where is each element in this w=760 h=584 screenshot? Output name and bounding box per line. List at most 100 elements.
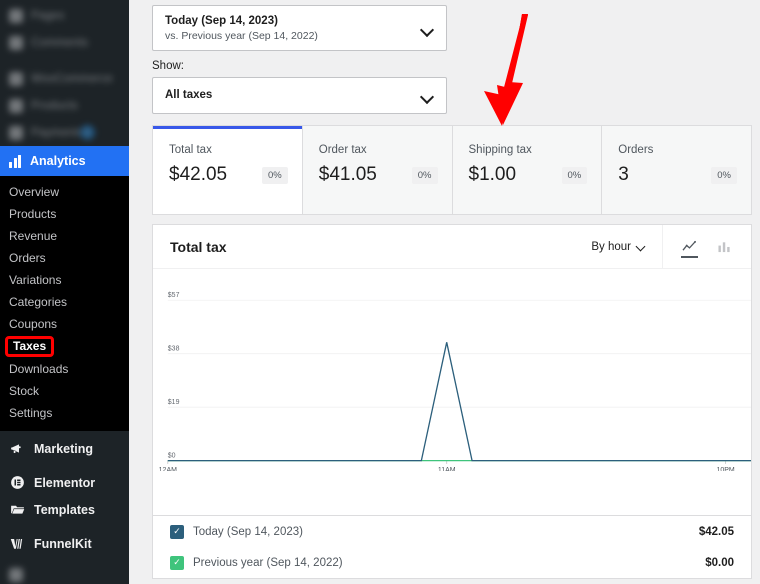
summary-cards: Total tax $42.05 0% Order tax $41.05 0% … (152, 125, 752, 215)
chart-card: Total tax By hour (152, 224, 752, 516)
legend-checkbox[interactable]: ✓ (170, 525, 184, 539)
sidebar-item-label: Marketing (34, 442, 93, 456)
payments-icon (9, 126, 23, 140)
sidebar-item-categories[interactable]: Categories (0, 291, 129, 313)
sidebar-item-overview[interactable]: Overview (0, 181, 129, 203)
sidebar-item-label: FunnelKit (34, 537, 92, 551)
chart-header: Total tax By hour (153, 225, 751, 269)
sidebar-item-revenue[interactable]: Revenue (0, 225, 129, 247)
summary-card-order-tax[interactable]: Order tax $41.05 0% (303, 126, 453, 214)
summary-card-row: $1.00 0% (469, 164, 588, 186)
line-chart-svg: $0$19$38$57 12AM11AM10PMSep 14, 2023 (153, 269, 751, 471)
legend-row[interactable]: ✓ Previous year (Sep 14, 2022) $0.00 (153, 547, 751, 578)
summary-card-shipping-tax[interactable]: Shipping tax $1.00 0% (453, 126, 603, 214)
sidebar-item-funnelkit[interactable]: FunnelKit (0, 530, 129, 557)
sidebar-item-label: Templates (34, 503, 95, 517)
summary-card-label: Order tax (319, 144, 438, 156)
sidebar-item-elementor[interactable]: Elementor (0, 469, 129, 496)
sidebar-item-label: WooCommerce (31, 73, 113, 85)
megaphone-icon (10, 441, 25, 456)
sidebar-item-label: Elementor (34, 476, 95, 490)
interval-label: By hour (591, 241, 631, 253)
y-tick-label: $0 (168, 452, 176, 459)
summary-card-orders[interactable]: Orders 3 0% (602, 126, 751, 214)
sidebar-item-partial[interactable] (0, 561, 129, 584)
gridlines (168, 300, 751, 407)
y-tick-label: $57 (168, 292, 180, 299)
sidebar-item-templates[interactable]: Templates (0, 496, 129, 523)
chart-tools: By hour (591, 225, 751, 269)
legend-row[interactable]: ✓ Today (Sep 14, 2023) $42.05 (153, 516, 751, 547)
summary-card-value: 3 (618, 164, 629, 186)
sidebar-spacer (0, 523, 129, 530)
sidebar-item-stock[interactable]: Stock (0, 380, 129, 402)
taxes-filter-select[interactable]: All taxes (152, 77, 447, 114)
sidebar-item-downloads[interactable]: Downloads (0, 358, 129, 380)
summary-card-label: Shipping tax (469, 144, 588, 156)
sidebar-item-label: Products (31, 100, 78, 112)
summary-card-row: 3 0% (618, 164, 737, 186)
summary-card-value: $42.05 (169, 164, 227, 186)
summary-card-value: $41.05 (319, 164, 377, 186)
x-tick-label: 12AM (159, 467, 177, 471)
summary-card-label: Orders (618, 144, 737, 156)
legend-value: $0.00 (705, 557, 734, 569)
sidebar-spacer (0, 462, 129, 469)
legend-label: Today (Sep 14, 2023) (193, 526, 303, 538)
sidebar-item-marketing[interactable]: Marketing (0, 435, 129, 462)
legend-checkbox[interactable]: ✓ (170, 556, 184, 570)
sidebar-item-analytics[interactable]: Analytics (0, 146, 129, 176)
sidebar-item-pages[interactable]: Pages (0, 2, 129, 29)
sidebar-item-label: Pages (31, 10, 65, 22)
sidebar-item-label: Analytics (30, 154, 86, 168)
bar-chart-icon (9, 155, 21, 168)
x-tick-labels: 12AM11AM10PMSep 14, 2023 (153, 461, 735, 472)
sidebar-item-label: Comments (31, 37, 88, 49)
elementor-icon (10, 475, 25, 490)
sidebar-item-variations[interactable]: Variations (0, 269, 129, 291)
summary-card-row: $42.05 0% (169, 164, 288, 186)
summary-card-delta: 0% (711, 167, 737, 184)
summary-card-row: $41.05 0% (319, 164, 438, 186)
date-range-picker[interactable]: Today (Sep 14, 2023) vs. Previous year (… (152, 5, 447, 51)
interval-select[interactable]: By hour (591, 241, 662, 253)
sidebar-divider (0, 56, 129, 65)
analytics-submenu: Overview Products Revenue Orders Variati… (0, 176, 129, 431)
sidebar-item-settings[interactable]: Settings (0, 402, 129, 424)
date-range-primary: Today (Sep 14, 2023) (165, 14, 318, 29)
products-icon (9, 99, 23, 113)
folder-icon (10, 502, 25, 517)
sidebar-item-label (31, 569, 34, 581)
sidebar-item-comments[interactable]: Comments (0, 29, 129, 56)
summary-card-delta: 0% (412, 167, 438, 184)
series-line (168, 342, 751, 460)
y-tick-labels: $0$19$38$57 (168, 292, 180, 459)
y-tick-label: $38 (168, 345, 180, 352)
sidebar-item-products[interactable]: Products (0, 203, 129, 225)
summary-card-label: Total tax (169, 144, 288, 156)
payments-badge: 1 (80, 125, 95, 140)
main-content: Today (Sep 14, 2023) vs. Previous year (… (129, 0, 760, 584)
sidebar-bottom-group: Marketing Elementor Templates Fun (0, 431, 129, 584)
line-chart-icon[interactable] (681, 238, 698, 255)
chart-plot-area: $0$19$38$57 12AM11AM10PMSep 14, 2023 (153, 269, 751, 515)
date-range-text: Today (Sep 14, 2023) vs. Previous year (… (165, 14, 318, 43)
sidebar-item-woocommerce[interactable]: WooCommerce (0, 65, 129, 92)
funnelkit-icon (10, 536, 25, 551)
date-range-secondary: vs. Previous year (Sep 14, 2022) (165, 29, 318, 43)
sidebar-item-coupons[interactable]: Coupons (0, 313, 129, 335)
chart-type-toggle (662, 225, 751, 269)
sidebar-item-taxes[interactable]: Taxes (5, 336, 54, 357)
sidebar-item-orders[interactable]: Orders (0, 247, 129, 269)
series-lines (168, 342, 751, 460)
x-tick-label: 10PM (716, 467, 734, 471)
sidebar-item-products[interactable]: Products (0, 92, 129, 119)
sidebar-item-payments[interactable]: Payments 1 (0, 119, 129, 146)
chart-title: Total tax (170, 239, 227, 255)
pages-icon (9, 9, 23, 23)
summary-card-total-tax[interactable]: Total tax $42.05 0% (153, 126, 303, 214)
chevron-down-icon (637, 242, 646, 251)
sidebar-item-label: Payments (31, 127, 84, 139)
woocommerce-icon (9, 72, 23, 86)
bar-chart-icon[interactable] (716, 238, 733, 255)
